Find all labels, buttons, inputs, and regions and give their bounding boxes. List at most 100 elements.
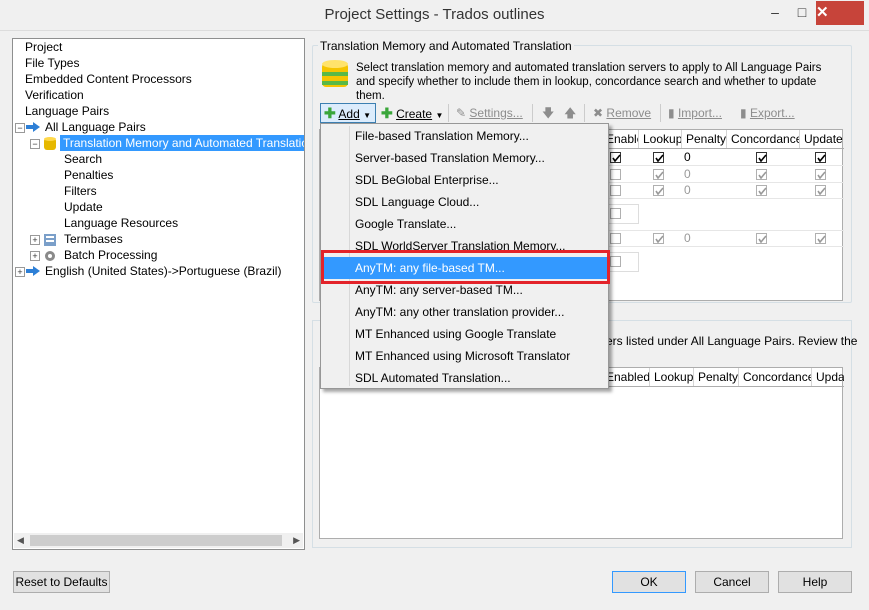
import-icon: ▮ xyxy=(668,106,675,120)
tree-item-tm-automated-translation[interactable]: Translation Memory and Automated Transla… xyxy=(60,135,304,151)
enabled-checkbox[interactable] xyxy=(610,152,621,163)
col-penalty[interactable]: Penalty xyxy=(682,130,727,148)
settings-label: Settings... xyxy=(469,106,523,120)
menu-item-server-based-tm[interactable]: Server-based Translation Memory... xyxy=(322,147,607,169)
add-plus-icon: ✚ xyxy=(324,105,336,121)
tree-item-en-us-pt-br[interactable]: English (United States)->Portuguese (Bra… xyxy=(45,263,281,279)
expand-termbases-icon[interactable]: + xyxy=(30,235,40,245)
update-checkbox[interactable] xyxy=(815,169,826,180)
maximize-button[interactable]: □ xyxy=(787,2,817,24)
col-concordance[interactable]: Concordance xyxy=(727,130,800,148)
lookup-checkbox[interactable] xyxy=(653,233,664,244)
scroll-left-icon[interactable]: ◀ xyxy=(17,535,24,546)
tree-item-verification[interactable]: Verification xyxy=(25,87,84,103)
horizontal-scrollbar[interactable]: ◀ ▶ xyxy=(14,533,303,548)
close-button[interactable]: ✕ xyxy=(816,1,864,25)
create-plus-icon: ✚ xyxy=(381,105,393,121)
lookup-checkbox[interactable] xyxy=(653,169,664,180)
concordance-checkbox[interactable] xyxy=(756,152,767,163)
settings-icon: ✎ xyxy=(456,106,467,120)
import-button[interactable]: ▮ Import... xyxy=(668,103,722,123)
concordance-checkbox[interactable] xyxy=(756,185,767,196)
menu-item-mt-enhanced-google[interactable]: MT Enhanced using Google Translate xyxy=(322,323,607,345)
gear-icon xyxy=(45,251,55,261)
move-up-icon[interactable]: 🡅 xyxy=(564,103,576,123)
ok-button[interactable]: OK xyxy=(612,571,686,593)
enabled-checkbox[interactable] xyxy=(610,185,621,196)
tree-item-termbases[interactable]: Termbases xyxy=(64,231,123,247)
export-button[interactable]: ▮ Export... xyxy=(740,103,795,123)
col-update[interactable]: Upda xyxy=(812,368,844,386)
enabled-checkbox[interactable] xyxy=(610,208,621,219)
tree-item-filters[interactable]: Filters xyxy=(64,183,97,199)
menu-item-google-translate[interactable]: Google Translate... xyxy=(322,213,607,235)
update-checkbox[interactable] xyxy=(815,152,826,163)
language-pair-arrow-icon xyxy=(26,266,40,276)
collapse-all-language-pairs-icon[interactable]: − xyxy=(15,123,25,133)
database-stack-icon xyxy=(322,60,348,87)
penalty-value[interactable]: 0 xyxy=(684,183,691,197)
add-button-group[interactable]: ✚ Add ▼ xyxy=(324,103,371,123)
lookup-checkbox[interactable] xyxy=(653,152,664,163)
menu-item-sdl-automated-translation[interactable]: SDL Automated Translation... xyxy=(322,367,607,389)
chevron-down-icon: ▼ xyxy=(435,111,444,120)
create-button[interactable]: ✚ Create ▼ xyxy=(381,103,443,123)
tree-item-penalties[interactable]: Penalties xyxy=(64,167,113,183)
minimize-button[interactable]: – xyxy=(760,2,790,24)
menu-item-anytm-other-provider[interactable]: AnyTM: any other translation provider... xyxy=(322,301,607,323)
settings-tree[interactable]: Project File Types Embedded Content Proc… xyxy=(12,38,305,550)
tree-item-search[interactable]: Search xyxy=(64,151,102,167)
remove-button[interactable]: ✖ Remove xyxy=(593,103,651,123)
concordance-checkbox[interactable] xyxy=(756,233,767,244)
window-title: Project Settings - Trados outlines xyxy=(324,6,545,23)
enabled-checkbox[interactable] xyxy=(610,233,621,244)
scroll-right-icon[interactable]: ▶ xyxy=(293,535,300,546)
tree-item-update[interactable]: Update xyxy=(64,199,103,215)
col-enabled[interactable]: Enabled xyxy=(602,368,650,386)
col-lookup[interactable]: Lookup xyxy=(650,368,694,386)
toolbar-separator xyxy=(532,104,533,122)
remove-label: Remove xyxy=(606,106,652,120)
export-icon: ▮ xyxy=(740,106,747,120)
termbase-icon xyxy=(44,234,56,246)
menu-item-file-based-tm[interactable]: File-based Translation Memory... xyxy=(322,125,607,147)
expand-batch-processing-icon[interactable]: + xyxy=(30,251,40,261)
enabled-checkbox[interactable] xyxy=(610,169,621,180)
expand-en-pt-icon[interactable]: + xyxy=(15,267,25,277)
tree-item-batch-processing[interactable]: Batch Processing xyxy=(64,247,157,263)
tree-item-file-types[interactable]: File Types xyxy=(25,55,79,71)
toolbar-separator xyxy=(584,104,585,122)
settings-button[interactable]: ✎ Settings... xyxy=(456,103,523,123)
penalty-value[interactable]: 0 xyxy=(684,167,691,181)
add-label: Add xyxy=(338,107,360,121)
lookup-checkbox[interactable] xyxy=(653,185,664,196)
toolbar-separator xyxy=(448,104,449,122)
col-lookup[interactable]: Lookup xyxy=(639,130,682,148)
update-checkbox[interactable] xyxy=(815,233,826,244)
tree-item-all-language-pairs[interactable]: All Language Pairs xyxy=(45,119,146,135)
tree-item-language-resources[interactable]: Language Resources xyxy=(64,215,178,231)
enabled-checkbox[interactable] xyxy=(610,256,621,267)
help-button[interactable]: Help xyxy=(778,571,852,593)
collapse-tm-icon[interactable]: − xyxy=(30,139,40,149)
col-penalty[interactable]: Penalty xyxy=(694,368,739,386)
move-down-icon[interactable]: 🡇 xyxy=(542,103,554,123)
scroll-thumb[interactable] xyxy=(30,535,282,546)
col-update[interactable]: Update xyxy=(800,130,844,148)
toolbar-separator xyxy=(660,104,661,122)
update-checkbox[interactable] xyxy=(815,185,826,196)
override-grid[interactable]: Enabled Lookup Penalty Concordance Upda xyxy=(319,367,844,539)
penalty-value[interactable]: 0 xyxy=(684,150,691,164)
col-concordance[interactable]: Concordance xyxy=(739,368,812,386)
menu-item-beglobal-enterprise[interactable]: SDL BeGlobal Enterprise... xyxy=(322,169,607,191)
description-text: Select translation memory and automated … xyxy=(356,62,822,102)
tree-item-project[interactable]: Project xyxy=(25,39,62,55)
tree-item-embedded-content-processors[interactable]: Embedded Content Processors xyxy=(25,71,192,87)
cancel-button[interactable]: Cancel xyxy=(695,571,769,593)
concordance-checkbox[interactable] xyxy=(756,169,767,180)
tree-item-language-pairs[interactable]: Language Pairs xyxy=(25,103,109,119)
reset-to-defaults-button[interactable]: Reset to Defaults xyxy=(13,571,110,593)
penalty-value[interactable]: 0 xyxy=(684,231,691,245)
menu-item-sdl-language-cloud[interactable]: SDL Language Cloud... xyxy=(322,191,607,213)
menu-item-mt-enhanced-microsoft[interactable]: MT Enhanced using Microsoft Translator xyxy=(322,345,607,367)
